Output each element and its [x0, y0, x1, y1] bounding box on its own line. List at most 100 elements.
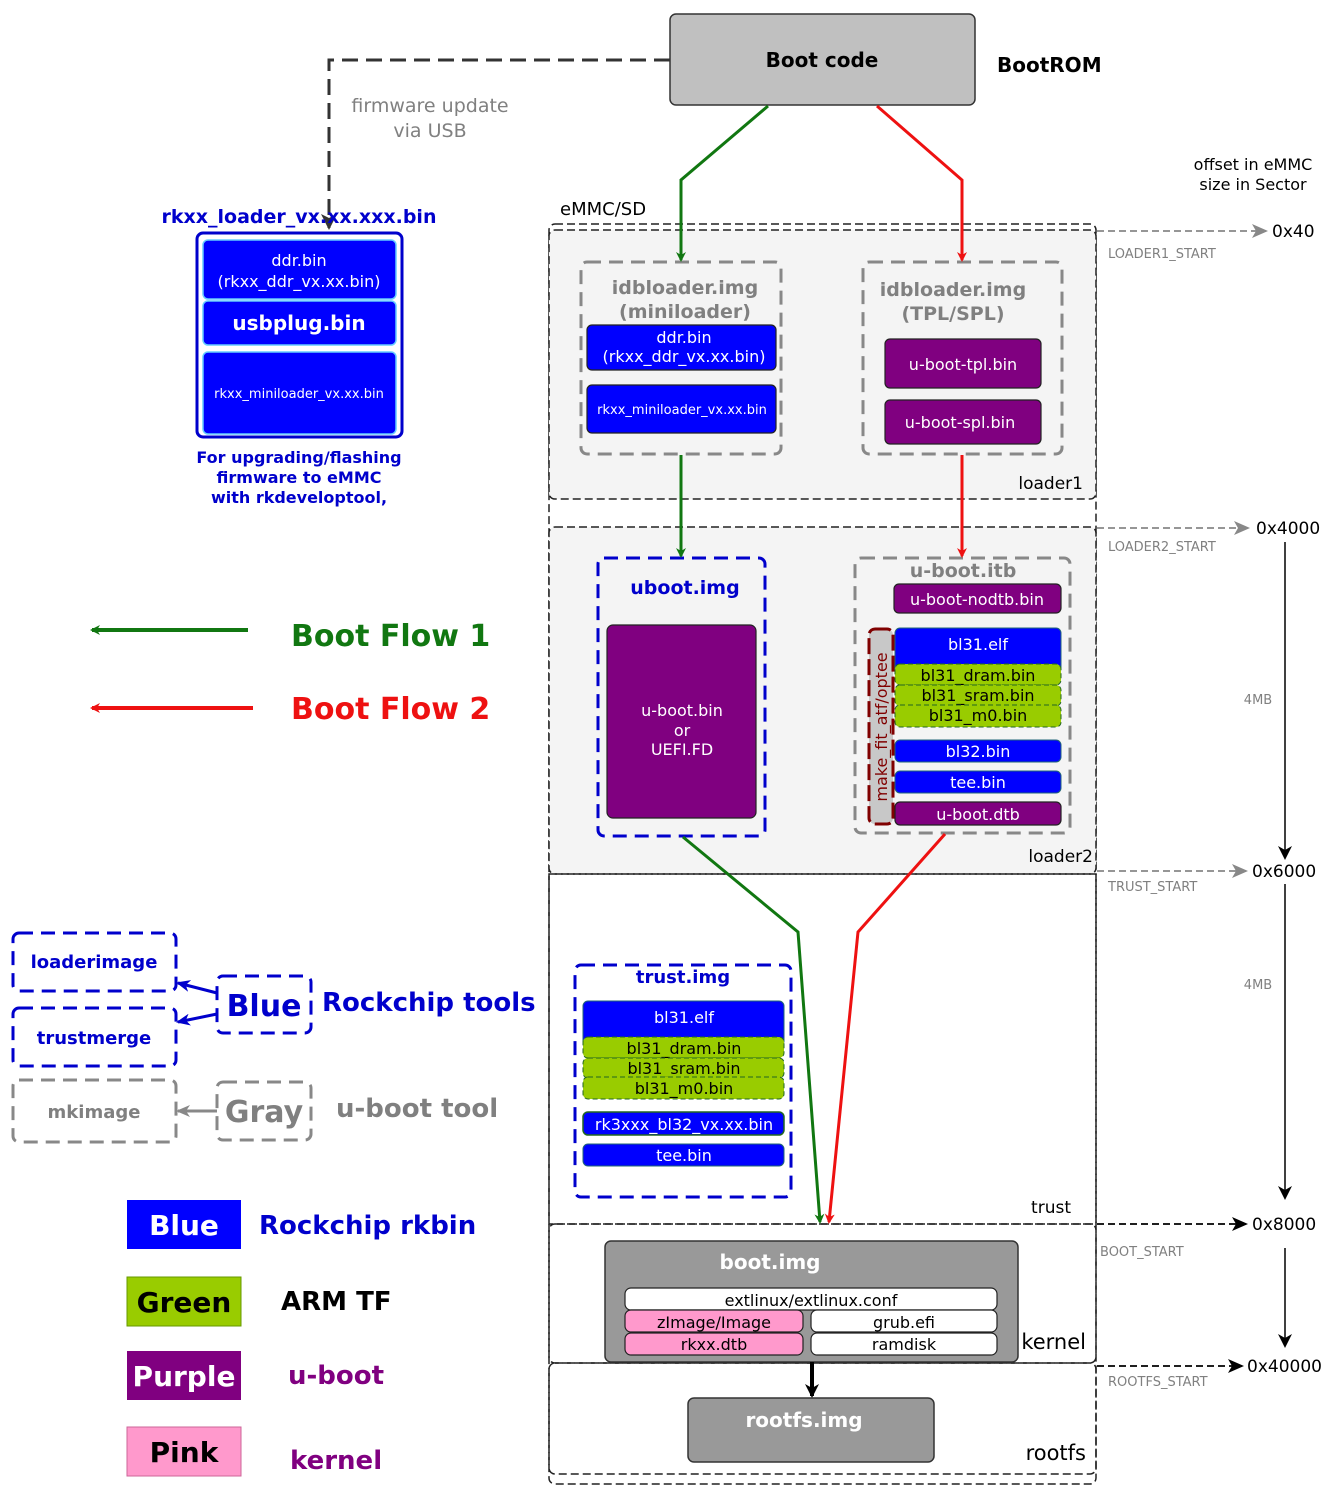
grub-efi-label: grub.efi [873, 1313, 935, 1332]
tool-loaderimage-label: loaderimage [31, 952, 158, 973]
rootfs-img: rootfs.img [687, 1397, 935, 1463]
swatch-pink-label: Pink [150, 1436, 220, 1469]
boot-flow-diagram: Boot code BootROM firmware update via US… [11, 13, 1322, 1485]
extlinux-label: extlinux/extlinux.conf [725, 1291, 898, 1310]
tool-gray-tag-label: Gray [225, 1095, 304, 1130]
offset-header-1: offset in eMMC [1194, 155, 1313, 174]
loader1-offset-value: 0x40 [1272, 222, 1315, 242]
loader2-offset-value: 0x4000 [1256, 519, 1320, 539]
tool-blue-desc: Rockchip tools [322, 988, 536, 1018]
idbloader-spl-title-2: (TPL/SPL) [901, 303, 1004, 325]
rootfs-img-title: rootfs.img [745, 1408, 862, 1432]
legend-pink-desc: kernel [290, 1446, 382, 1476]
mini-ddr-line2: (rkxx_ddr_vx.xx.bin) [603, 347, 766, 367]
legend-green-desc: ARM TF [281, 1287, 392, 1317]
make-fit-label: make_fit_atf/optee [872, 652, 892, 801]
tool-blue-tag-label: Blue [227, 989, 302, 1024]
idbloader-miniloader-title-2: (miniloader) [619, 301, 751, 323]
itb-bl32-label: bl32.bin [946, 742, 1011, 761]
flow2-legend-label: Boot Flow 2 [291, 692, 490, 727]
blue-to-trustmerge-arrow [176, 1012, 218, 1026]
boot-img: boot.img extlinux/extlinux.conf zImage/I… [604, 1240, 1019, 1363]
blue-to-loaderimage-arrow [176, 980, 218, 995]
loader1-start-label: LOADER1_START [1108, 247, 1216, 262]
trust-bl31-dram-label: bl31_dram.bin [627, 1039, 742, 1059]
region-loader2-label: loader2 [1028, 847, 1093, 867]
loader2-start-label: LOADER2_START [1108, 540, 1216, 555]
itb-dtb-label: u-boot.dtb [936, 805, 1020, 824]
itb-bl31-dram-label: bl31_dram.bin [921, 666, 1036, 686]
trust-bl31-elf-label: bl31.elf [654, 1008, 714, 1027]
loader-miniloader-label: rkxx_miniloader_vx.xx.bin [214, 387, 384, 402]
usb-update-label-1: firmware update [351, 95, 508, 117]
flow-legend: Boot Flow 1 Boot Flow 2 [90, 619, 490, 727]
rootfs-start-label: ROOTFS_START [1108, 1375, 1208, 1390]
boot-offset-value: 0x8000 [1252, 1215, 1316, 1235]
trust-tee-label: tee.bin [656, 1146, 712, 1165]
trust-img: trust.img bl31.elf bl31_dram.bin bl31_sr… [573, 963, 793, 1199]
rkxx-loader-caption-1: For upgrading/flashing [196, 448, 401, 467]
itb-tee-label: tee.bin [950, 773, 1006, 792]
trust-bl32-label: rk3xxx_bl32_vx.xx.bin [595, 1115, 773, 1135]
boot-code-label: Boot code [766, 48, 879, 72]
idbloader-miniloader: idbloader.img (miniloader) ddr.bin (rkxx… [579, 260, 783, 456]
swatch-green-label: Green [137, 1286, 232, 1319]
region-loader1-label: loader1 [1018, 474, 1083, 494]
uboot-itb-title: u-boot.itb [910, 560, 1017, 582]
legend-purple-desc: u-boot [288, 1361, 384, 1391]
rkxx-loader-package: rkxx_loader_vx.xx.xxx.bin ddr.bin (rkxx_… [162, 206, 437, 507]
rkxx-loader-title: rkxx_loader_vx.xx.xxx.bin [162, 206, 437, 228]
mini-ddr-line1: ddr.bin [656, 328, 711, 347]
rkxx-loader-caption-3: with rkdeveloptool, [211, 488, 387, 507]
u-boot-tpl-label: u-boot-tpl.bin [909, 355, 1017, 374]
uboot-bin-line1: u-boot.bin [641, 701, 723, 720]
ramdisk-label: ramdisk [872, 1335, 937, 1354]
swatch-purple-label: Purple [133, 1360, 236, 1393]
offset-column: offset in eMMC size in Sector 0x40 LOADE… [1097, 155, 1322, 1390]
bootrom-block: Boot code BootROM [669, 13, 1102, 106]
size-label-trust: 4MB [1244, 978, 1272, 993]
uboot-img-title: uboot.img [630, 577, 739, 599]
region-trust-label: trust [1031, 1198, 1071, 1218]
idbloader-miniloader-title-1: idbloader.img [612, 277, 758, 299]
flow2-itb-to-boot [824, 833, 947, 1224]
loader-ddr-line2: (rkxx_ddr_vx.xx.bin) [218, 272, 381, 292]
tools-legend: loaderimage trustmerge Blue Rockchip too… [11, 931, 536, 1144]
trust-bl31-sram-label: bl31_sram.bin [627, 1059, 740, 1079]
bootrom-label: BootROM [997, 53, 1102, 77]
u-boot-spl-label: u-boot-spl.bin [905, 413, 1015, 432]
trust-img-title: trust.img [636, 967, 730, 988]
tool-gray-desc: u-boot tool [336, 1094, 498, 1124]
legend-blue-desc: Rockchip rkbin [259, 1211, 476, 1241]
loader-ddr-line1: ddr.bin [271, 251, 326, 270]
uboot-bin-line2: or [674, 721, 691, 740]
rkxx-loader-caption-2: firmware to eMMC [217, 468, 382, 487]
size-label-loader2: 4MB [1244, 693, 1272, 708]
itb-bl31-sram-label: bl31_sram.bin [921, 686, 1034, 706]
rkxx-dtb-label: rkxx.dtb [681, 1335, 747, 1354]
region-rootfs-label: rootfs [1026, 1441, 1086, 1465]
zimage-label: zImage/Image [657, 1313, 771, 1332]
boot-start-label: BOOT_START [1100, 1245, 1184, 1260]
emmc-label: eMMC/SD [560, 199, 646, 220]
itb-nodtb-label: u-boot-nodtb.bin [910, 590, 1044, 609]
swatch-blue-label: Blue [149, 1209, 219, 1242]
idbloader-spl-title-1: idbloader.img [880, 279, 1026, 301]
loader-usbplug-label: usbplug.bin [232, 311, 365, 335]
boot-img-title: boot.img [720, 1250, 821, 1274]
tool-trustmerge-label: trustmerge [37, 1028, 152, 1049]
mini-miniloader-label: rkxx_miniloader_vx.xx.bin [597, 403, 767, 418]
usb-update-label-2: via USB [393, 120, 466, 142]
uboot-bin-line3: UEFI.FD [651, 740, 713, 759]
rootfs-offset-value: 0x40000 [1247, 1357, 1322, 1377]
trust-bl31-m0-label: bl31_m0.bin [635, 1079, 734, 1099]
itb-bl31-elf-label: bl31.elf [948, 635, 1008, 654]
trust-start-label: TRUST_START [1107, 880, 1197, 895]
color-legend: Blue Rockchip rkbin Green ARM TF Purple … [126, 1200, 476, 1477]
itb-bl31-m0-label: bl31_m0.bin [929, 706, 1028, 726]
offset-header-2: size in Sector [1199, 175, 1307, 194]
flow1-legend-label: Boot Flow 1 [291, 619, 490, 654]
region-kernel-label: kernel [1021, 1330, 1086, 1354]
tool-mkimage-label: mkimage [48, 1102, 141, 1123]
trust-offset-value: 0x6000 [1252, 862, 1316, 882]
